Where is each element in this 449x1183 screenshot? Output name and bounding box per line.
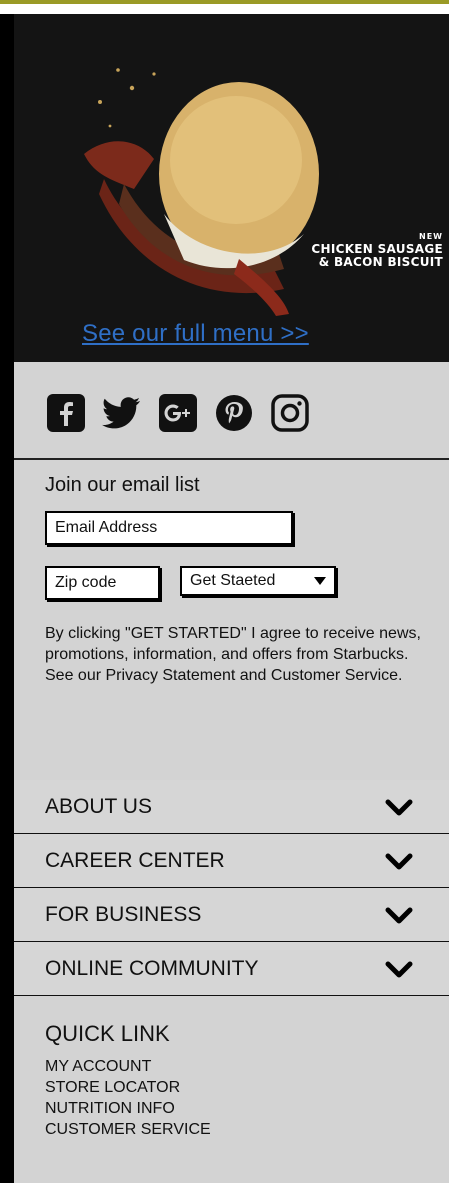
full-menu-link[interactable]: See our full menu >>: [82, 320, 309, 348]
quick-link-store-locator[interactable]: STORE LOCATOR: [45, 1077, 211, 1098]
chevron-down-icon: [385, 907, 413, 924]
product-label: NEW CHICKEN SAUSAGE & BACON BISCUIT: [311, 232, 443, 269]
accordion-item-about-us[interactable]: ABOUT US: [14, 780, 449, 834]
twitter-icon[interactable]: [101, 392, 143, 434]
accordion-label: ONLINE COMMUNITY: [45, 956, 259, 980]
page: NEW CHICKEN SAUSAGE & BACON BISCUIT See …: [0, 0, 449, 1183]
quick-link-my-account[interactable]: MY ACCOUNT: [45, 1056, 211, 1077]
chevron-down-icon: [385, 961, 413, 978]
google-plus-icon[interactable]: [157, 392, 199, 434]
quick-links-title: QUICK LINK: [45, 1021, 170, 1046]
email-field[interactable]: Email Address: [45, 511, 293, 545]
quick-links-list: MY ACCOUNT STORE LOCATOR NUTRITION INFO …: [45, 1056, 211, 1140]
left-rail: [0, 14, 14, 1183]
pinterest-icon[interactable]: [213, 392, 255, 434]
accordion-item-for-business[interactable]: FOR BUSINESS: [14, 888, 449, 942]
social-links: [45, 392, 311, 434]
instagram-icon[interactable]: [269, 392, 311, 434]
accordion-label: FOR BUSINESS: [45, 902, 202, 926]
accordion-item-online-community[interactable]: ONLINE COMMUNITY: [14, 942, 449, 996]
zip-code-field[interactable]: Zip code: [45, 566, 160, 600]
accent-stripe: [0, 0, 449, 4]
chevron-down-icon: [385, 799, 413, 816]
accordion-label: ABOUT US: [45, 794, 152, 818]
footer-accordion: ABOUT US CAREER CENTER FOR BUSINESS ONLI…: [14, 780, 449, 996]
hero-banner: NEW CHICKEN SAUSAGE & BACON BISCUIT See …: [14, 14, 449, 362]
quick-link-customer-service[interactable]: CUSTOMER SERVICE: [45, 1119, 211, 1140]
get-started-select[interactable]: Get Staeted: [180, 566, 336, 596]
chevron-down-icon: [314, 577, 326, 585]
top-bar: [0, 0, 449, 14]
product-new-label: NEW: [419, 232, 443, 241]
consent-text: By clicking "GET STARTED" I agree to rec…: [45, 625, 421, 684]
accordion-label: CAREER CENTER: [45, 848, 225, 872]
email-list-title: Join our email list: [45, 474, 200, 496]
quick-link-nutrition-info[interactable]: NUTRITION INFO: [45, 1098, 211, 1119]
product-name-line-2: & BACON BISCUIT: [318, 254, 443, 269]
facebook-icon[interactable]: [45, 392, 87, 434]
get-started-select-value: Get Staeted: [190, 572, 276, 589]
biscuit-image: [14, 14, 449, 362]
accordion-item-career-center[interactable]: CAREER CENTER: [14, 834, 449, 888]
social-divider: [14, 458, 449, 460]
chevron-down-icon: [385, 853, 413, 870]
